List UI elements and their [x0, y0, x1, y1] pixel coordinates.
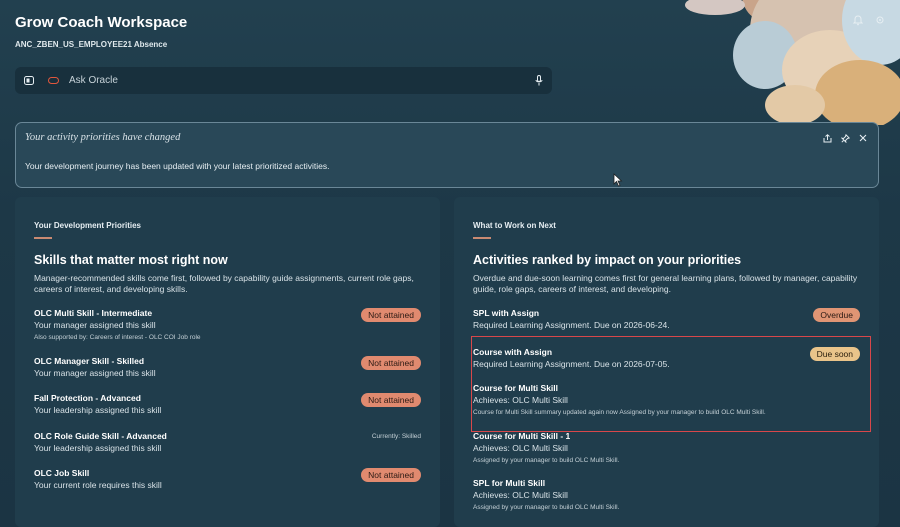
status-badge: Overdue: [813, 308, 860, 322]
activity-name: SPL with Assign: [473, 308, 540, 318]
activity-note: Assigned by your manager to build OLC Mu…: [473, 504, 620, 511]
settings-icon[interactable]: [874, 14, 886, 26]
card-title: Activities ranked by impact on your prio…: [473, 253, 742, 267]
skill-item[interactable]: OLC Manager Skill - Skilled Your manager…: [34, 356, 421, 378]
activity-name: SPL for Multi Skill: [473, 478, 546, 488]
eyebrow-accent: [34, 237, 52, 239]
notice-actions: [822, 133, 868, 143]
oracle-logo-icon: [48, 77, 59, 84]
microphone-icon[interactable]: [534, 75, 544, 87]
page-subtitle: ANC_ZBEN_US_EMPLOYEE21 Absence: [15, 40, 168, 49]
card-description: Manager-recommended skills come first, f…: [34, 273, 414, 294]
development-priorities-card: Your Development Priorities Skills that …: [15, 197, 440, 527]
card-description: Overdue and due-soon learning comes firs…: [473, 273, 858, 294]
skill-name: OLC Role Guide Skill - Advanced: [34, 431, 167, 441]
skill-item[interactable]: OLC Job Skill Your current role requires…: [34, 468, 421, 490]
search-input[interactable]: Ask Oracle: [69, 75, 534, 86]
skill-item[interactable]: OLC Role Guide Skill - Advanced Your lea…: [34, 431, 421, 453]
card-eyebrow: Your Development Priorities: [34, 221, 141, 230]
status-badge: Not attained: [361, 356, 421, 370]
status-badge: Not attained: [361, 308, 421, 322]
activity-item[interactable]: SPL with Assign Required Learning Assign…: [473, 308, 860, 330]
panel-icon[interactable]: [23, 76, 34, 86]
skill-reason: Your leadership assigned this skill: [34, 443, 162, 453]
activity-item[interactable]: SPL for Multi Skill Achieves: OLC Multi …: [473, 478, 860, 511]
highlight-box: [471, 336, 871, 432]
skill-reason: Your leadership assigned this skill: [34, 405, 162, 415]
activity-detail: Required Learning Assignment. Due on 202…: [473, 320, 670, 330]
skill-support-note: Also supported by: Careers of interest -…: [34, 334, 201, 341]
eyebrow-accent: [473, 237, 491, 239]
priority-change-notice: Your activity priorities have changed Yo…: [15, 122, 879, 188]
mouse-cursor-icon: [613, 173, 623, 187]
skill-item[interactable]: OLC Multi Skill - Intermediate Your mana…: [34, 308, 421, 341]
skill-reason: Your manager assigned this skill: [34, 320, 156, 330]
top-right-actions: [852, 14, 886, 26]
status-badge: Not attained: [361, 468, 421, 482]
skill-item[interactable]: Fall Protection - Advanced Your leadersh…: [34, 393, 421, 415]
activity-detail: Achieves: OLC Multi Skill: [473, 443, 568, 453]
activity-name: Course for Multi Skill - 1: [473, 431, 571, 441]
app-header: Grow Coach Workspace ANC_ZBEN_US_EMPLOYE…: [15, 14, 187, 49]
activity-detail: Achieves: OLC Multi Skill: [473, 490, 568, 500]
notice-title: Your activity priorities have changed: [25, 132, 181, 143]
activity-item[interactable]: Course for Multi Skill - 1 Achieves: OLC…: [473, 431, 860, 464]
ask-oracle-bar[interactable]: Ask Oracle: [15, 67, 552, 94]
share-icon[interactable]: [822, 133, 832, 143]
skill-reason: Your manager assigned this skill: [34, 368, 156, 378]
activity-note: Assigned by your manager to build OLC Mu…: [473, 457, 620, 464]
card-eyebrow: What to Work on Next: [473, 221, 556, 230]
close-icon[interactable]: [858, 133, 868, 143]
notice-body: Your development journey has been update…: [25, 161, 330, 171]
pin-icon[interactable]: [840, 133, 850, 143]
status-badge: Not attained: [361, 393, 421, 407]
bell-icon[interactable]: [852, 14, 864, 26]
current-level-text: Currently: Skilled: [371, 433, 421, 440]
page-title: Grow Coach Workspace: [15, 14, 188, 31]
skill-reason: Your current role requires this skill: [34, 480, 162, 490]
card-title: Skills that matter most right now: [34, 253, 228, 267]
